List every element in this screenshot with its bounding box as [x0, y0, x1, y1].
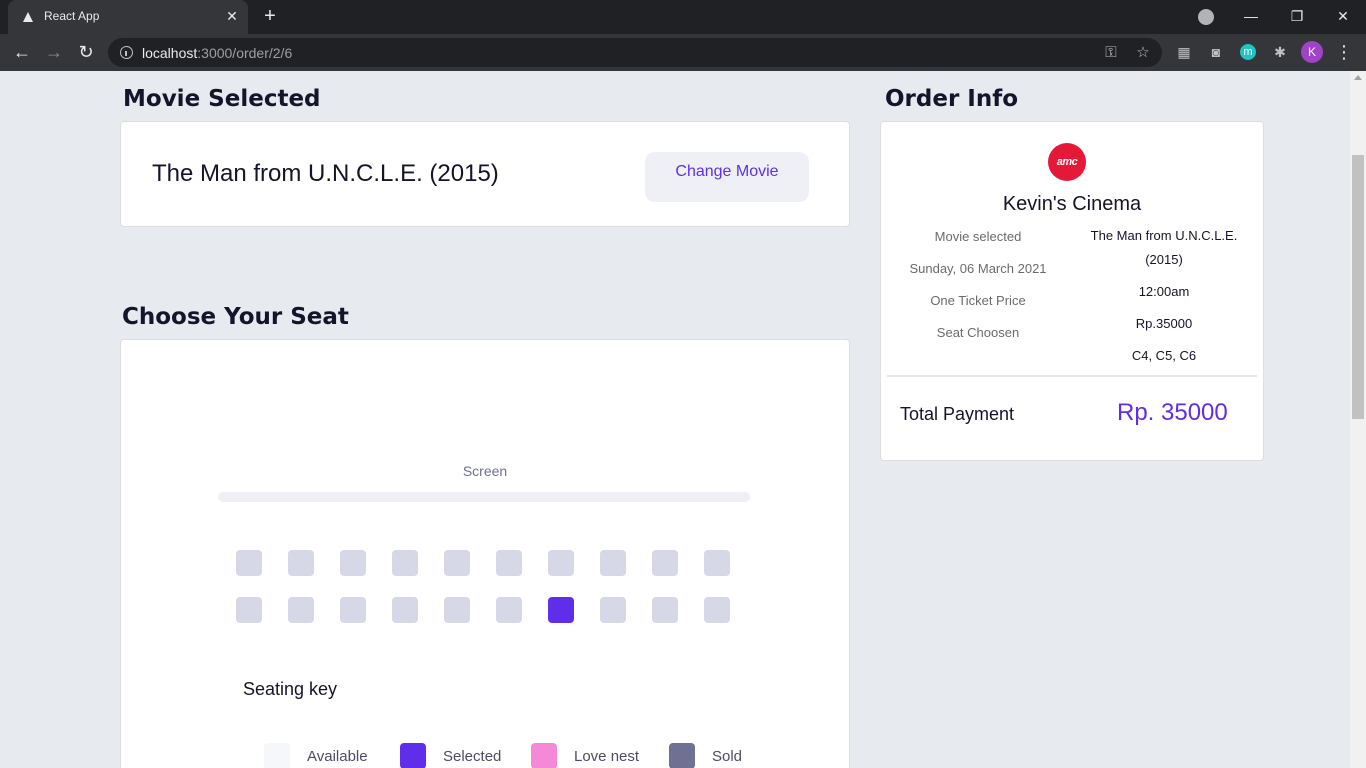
scroll-up-icon[interactable]: [1354, 75, 1362, 80]
seating-key-swatch-love-nest: [531, 743, 557, 768]
seat-b8[interactable]: [600, 597, 626, 623]
page-scrollbar[interactable]: [1350, 71, 1366, 768]
key-icon[interactable]: ⚿: [1102, 44, 1120, 62]
browser-tab-strip: React App ✕ + — ❐ ✕: [0, 0, 1366, 34]
movie-selected-card: The Man from U.N.C.L.E. (2015) Change Mo…: [120, 121, 850, 227]
address-bar[interactable]: localhost:3000/order/2/6 ⚿ ☆: [108, 38, 1162, 67]
show-date-label: Sunday, 06 March 2021: [909, 261, 1047, 276]
tab-close-icon[interactable]: ✕: [222, 6, 242, 26]
seat-a4[interactable]: [392, 550, 418, 576]
seating-key-label: Available: [307, 748, 368, 765]
ticket-price-label: One Ticket Price: [930, 293, 1026, 308]
choose-seat-heading: Choose Your Seat: [122, 304, 349, 330]
total-payment-label: Total Payment: [900, 404, 1015, 424]
forward-button[interactable]: →: [42, 40, 66, 64]
bookmark-star-icon[interactable]: ☆: [1134, 44, 1152, 62]
seat-a2[interactable]: [288, 550, 314, 576]
browser-menu-icon[interactable]: ⋮: [1334, 40, 1354, 64]
scrollbar-thumb[interactable]: [1352, 155, 1364, 419]
browser-tab[interactable]: React App ✕: [8, 0, 248, 34]
seat-a7[interactable]: [548, 550, 574, 576]
cinema-name: Kevin's Cinema: [1002, 193, 1142, 215]
seat-a6[interactable]: [496, 550, 522, 576]
seat-b9[interactable]: [652, 597, 678, 623]
seating-key-swatch-sold: [669, 743, 695, 768]
extensions-puzzle-icon[interactable]: ✱: [1270, 42, 1290, 62]
extension-m-icon[interactable]: m: [1240, 44, 1256, 60]
seating-key-label: Love nest: [574, 748, 640, 765]
order-divider: [887, 375, 1257, 377]
url-text[interactable]: localhost:3000/order/2/6: [142, 45, 292, 61]
seat-a9[interactable]: [652, 550, 678, 576]
camera-icon[interactable]: ◙: [1206, 42, 1226, 62]
seat-b1[interactable]: [236, 597, 262, 623]
movie-selected-heading: Movie Selected: [123, 86, 321, 112]
qr-code-icon[interactable]: ▦: [1174, 42, 1194, 62]
minimize-button[interactable]: —: [1236, 4, 1266, 28]
reload-button[interactable]: ↻: [74, 40, 98, 64]
seat-a10[interactable]: [704, 550, 730, 576]
screen-bar: [218, 492, 750, 502]
seating-key-swatch-available: [264, 743, 290, 768]
react-favicon-icon: [23, 12, 33, 22]
movie-selected-value: The Man from U.N.C.L.E. (2015): [1090, 228, 1238, 267]
total-payment-value: Rp. 35000: [1117, 399, 1228, 426]
seating-key-label: Selected: [443, 748, 502, 765]
cinema-logo: amc: [1048, 143, 1086, 181]
seat-a1[interactable]: [236, 550, 262, 576]
tab-search-icon[interactable]: [1198, 9, 1214, 25]
seating-key-swatch-selected: [400, 743, 426, 768]
change-movie-button[interactable]: Change Movie: [645, 152, 809, 202]
movie-selected-label: Movie selected: [934, 229, 1022, 244]
seat-a3[interactable]: [340, 550, 366, 576]
page-viewport: Movie Selected The Man from U.N.C.L.E. (…: [0, 71, 1350, 768]
profile-avatar[interactable]: K: [1301, 41, 1323, 63]
seat-b2[interactable]: [288, 597, 314, 623]
site-info-icon[interactable]: [120, 46, 133, 59]
seat-chosen-value: C4, C5, C6: [1131, 348, 1197, 363]
restore-button[interactable]: ❐: [1282, 4, 1312, 28]
tab-title: React App: [44, 9, 100, 23]
seat-b6[interactable]: [496, 597, 522, 623]
order-info-heading: Order Info: [885, 86, 1019, 112]
browser-toolbar: ← → ↻ localhost:3000/order/2/6 ⚿ ☆ ▦ ◙ m…: [0, 34, 1366, 71]
seat-b4[interactable]: [392, 597, 418, 623]
seat-a8[interactable]: [600, 550, 626, 576]
screen-label: Screen: [462, 463, 508, 479]
close-window-button[interactable]: ✕: [1328, 4, 1358, 28]
order-info-card: amc Kevin's Cinema Movie selected Sunday…: [880, 121, 1264, 461]
seat-b7[interactable]: [548, 597, 574, 623]
seating-key-label: Sold: [712, 748, 743, 765]
seat-selection-card: Screen Seating key Available Selected Love…: [120, 339, 850, 768]
seat-b5[interactable]: [444, 597, 470, 623]
new-tab-button[interactable]: +: [258, 4, 282, 28]
back-button[interactable]: ←: [10, 40, 34, 64]
seating-key-title: Seating key: [243, 679, 338, 699]
seat-b10[interactable]: [704, 597, 730, 623]
show-time-value: 12:00am: [1138, 284, 1190, 299]
seat-chosen-label: Seat Choosen: [936, 325, 1020, 340]
ticket-price-value: Rp.35000: [1135, 316, 1193, 331]
seat-a5[interactable]: [444, 550, 470, 576]
seat-b3[interactable]: [340, 597, 366, 623]
movie-name: The Man from U.N.C.L.E. (2015): [152, 160, 499, 187]
